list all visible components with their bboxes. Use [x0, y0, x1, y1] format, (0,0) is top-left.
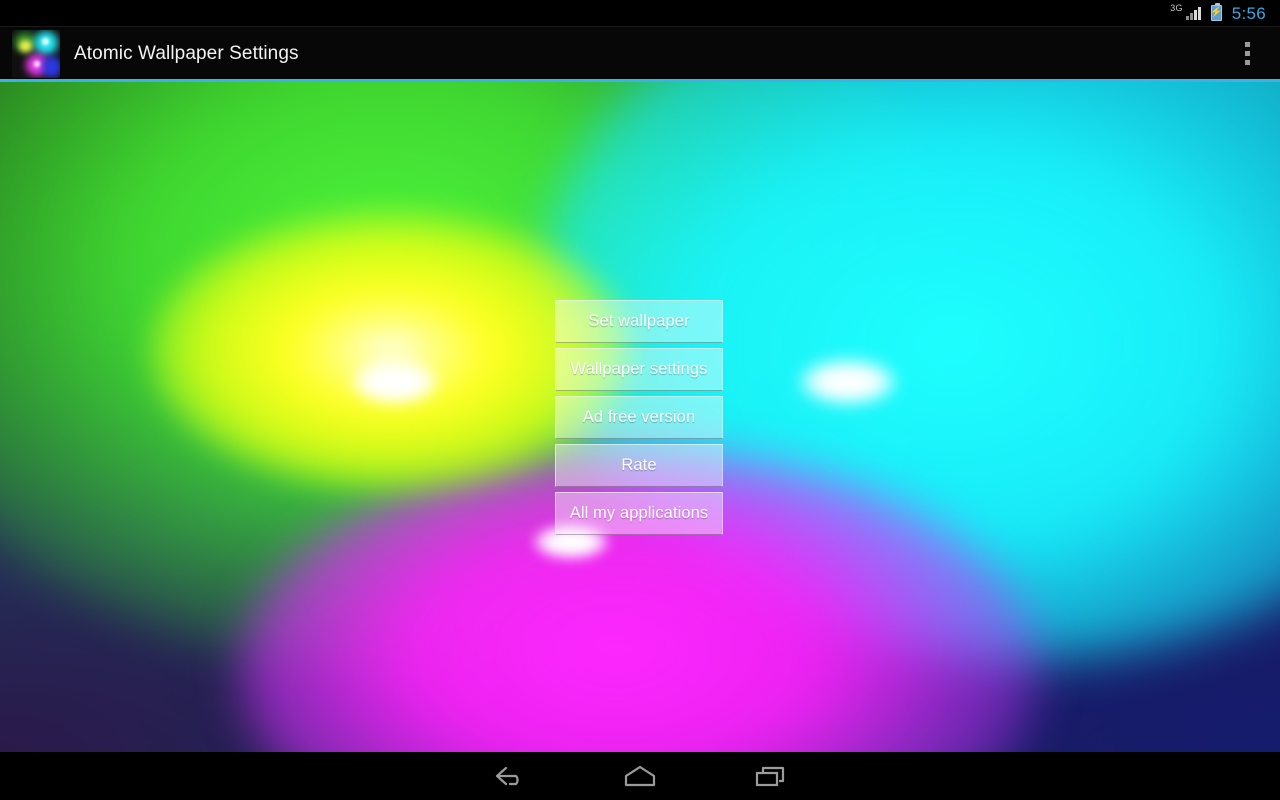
back-arrow-icon[interactable]	[445, 752, 575, 800]
action-bar: Atomic Wallpaper Settings	[0, 26, 1280, 80]
action-bar-divider	[0, 79, 1280, 82]
page-title: Atomic Wallpaper Settings	[74, 42, 299, 64]
battery-bolt-glyph: ⚡	[1209, 7, 1223, 18]
status-bar-clock: 5:56	[1231, 3, 1266, 23]
network-type-label: 3G	[1170, 3, 1183, 13]
rate-button[interactable]: Rate	[555, 444, 723, 487]
wallpaper-preview[interactable]: Set wallpaper Wallpaper settings Ad free…	[0, 81, 1280, 752]
battery-charging-icon: ⚡	[1209, 3, 1223, 21]
android-screen: 3G ⚡ 5:56 Atomic Wallpaper Settings Set …	[0, 0, 1280, 800]
status-bar: 3G ⚡ 5:56	[0, 0, 1280, 26]
settings-button-stack: Set wallpaper Wallpaper settings Ad free…	[555, 300, 723, 535]
ad-free-version-button[interactable]: Ad free version	[555, 396, 723, 439]
wallpaper-settings-button[interactable]: Wallpaper settings	[555, 348, 723, 391]
recent-apps-icon[interactable]	[705, 752, 835, 800]
overflow-menu-icon[interactable]	[1230, 30, 1264, 78]
home-icon[interactable]	[575, 752, 705, 800]
signal-bars-icon	[1185, 6, 1201, 20]
all-my-applications-button[interactable]: All my applications	[555, 492, 723, 535]
app-launcher-icon	[12, 29, 60, 78]
navigation-bar	[0, 752, 1280, 800]
set-wallpaper-button[interactable]: Set wallpaper	[555, 300, 723, 343]
